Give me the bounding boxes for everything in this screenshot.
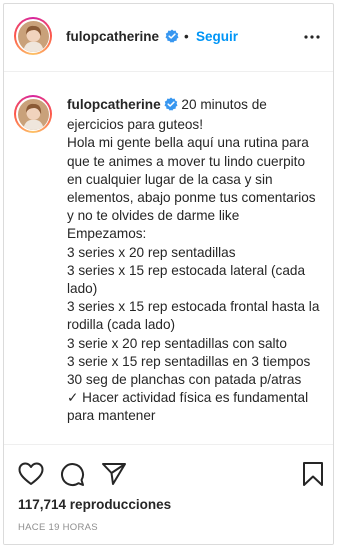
verified-badge-icon <box>165 29 179 48</box>
heart-icon[interactable] <box>18 462 44 491</box>
caption-body: 20 minutos de ejercicios para guteos! Ho… <box>67 97 320 424</box>
post-card: fulopcatherine • Seguir fulopcatherine 2… <box>3 3 334 545</box>
caption-username[interactable]: fulopcatherine <box>67 97 161 112</box>
share-icon[interactable] <box>101 461 127 492</box>
bookmark-icon[interactable] <box>302 461 324 492</box>
caption-avatar-image <box>17 98 49 130</box>
header-username[interactable]: fulopcatherine <box>66 29 159 44</box>
caption-avatar[interactable] <box>14 95 52 133</box>
avatar[interactable] <box>14 17 52 55</box>
actions-bar: 117,714 reproducciones HACE 19 HORAS <box>4 444 333 544</box>
post-timestamp[interactable]: HACE 19 HORAS <box>18 522 98 533</box>
comment-icon[interactable] <box>59 461 85 492</box>
post-header: fulopcatherine • Seguir <box>4 4 333 72</box>
caption-verified-badge-icon <box>164 97 178 116</box>
views-count[interactable]: 117,714 reproducciones <box>18 497 171 512</box>
avatar-image <box>17 20 49 52</box>
more-options-icon[interactable] <box>303 28 321 51</box>
caption-text: fulopcatherine 20 minutos de ejercicios … <box>67 96 323 426</box>
header-separator: • <box>184 29 189 44</box>
caption-section: fulopcatherine 20 minutos de ejercicios … <box>4 72 333 444</box>
follow-button[interactable]: Seguir <box>196 29 238 44</box>
